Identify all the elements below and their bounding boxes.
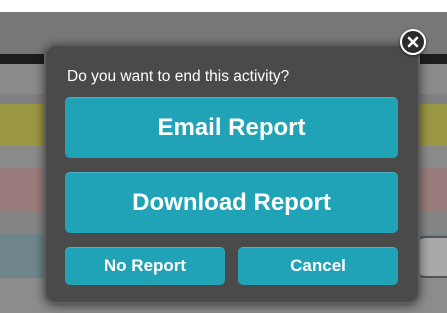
close-icon[interactable] [400,29,426,55]
no-report-button[interactable]: No Report [65,247,225,285]
end-activity-dialog: Do you want to end this activity? Email … [44,44,420,304]
download-report-button[interactable]: Download Report [65,172,398,233]
cancel-button[interactable]: Cancel [238,247,398,285]
email-report-button[interactable]: Email Report [65,97,398,158]
dialog-question: Do you want to end this activity? [67,68,290,85]
top-margin [0,0,447,12]
app-screen: Do you want to end this activity? Email … [0,0,447,313]
close-x-glyph [407,36,419,48]
